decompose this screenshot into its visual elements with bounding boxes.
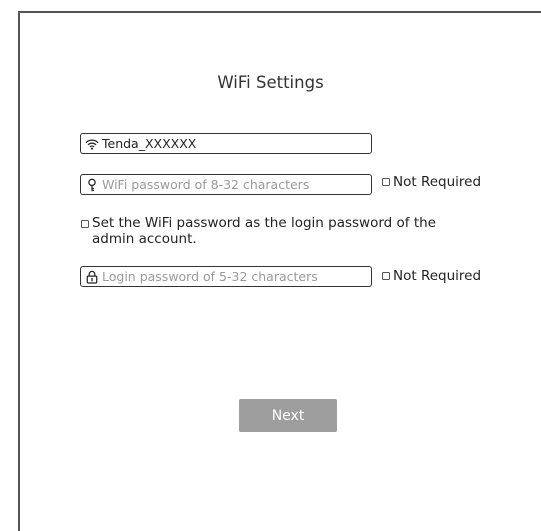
wifi-icon	[84, 136, 99, 151]
checkbox-icon[interactable]	[81, 220, 89, 228]
key-icon	[84, 177, 99, 192]
login-password-field[interactable]	[80, 266, 372, 287]
not-required-label: Not Required	[393, 174, 482, 190]
ssid-field[interactable]	[80, 133, 372, 154]
login-password-input[interactable]	[102, 267, 371, 286]
wifi-password-input[interactable]	[102, 175, 371, 194]
wifi-password-field[interactable]	[80, 174, 372, 195]
lock-icon	[84, 269, 99, 284]
login-password-not-required-checkbox[interactable]: Not Required	[382, 268, 481, 284]
ssid-input[interactable]	[102, 134, 371, 153]
sync-password-label-line1: Set the WiFi password as the login passw…	[92, 215, 436, 231]
page-title: WiFi Settings	[217, 73, 324, 92]
wifi-password-not-required-checkbox[interactable]: Not Required	[382, 174, 481, 190]
sync-password-label-line2: admin account.	[92, 231, 197, 247]
next-button[interactable]: Next	[239, 399, 337, 432]
checkbox-icon[interactable]	[382, 272, 390, 280]
checkbox-icon[interactable]	[382, 178, 390, 186]
not-required-label: Not Required	[393, 268, 482, 284]
